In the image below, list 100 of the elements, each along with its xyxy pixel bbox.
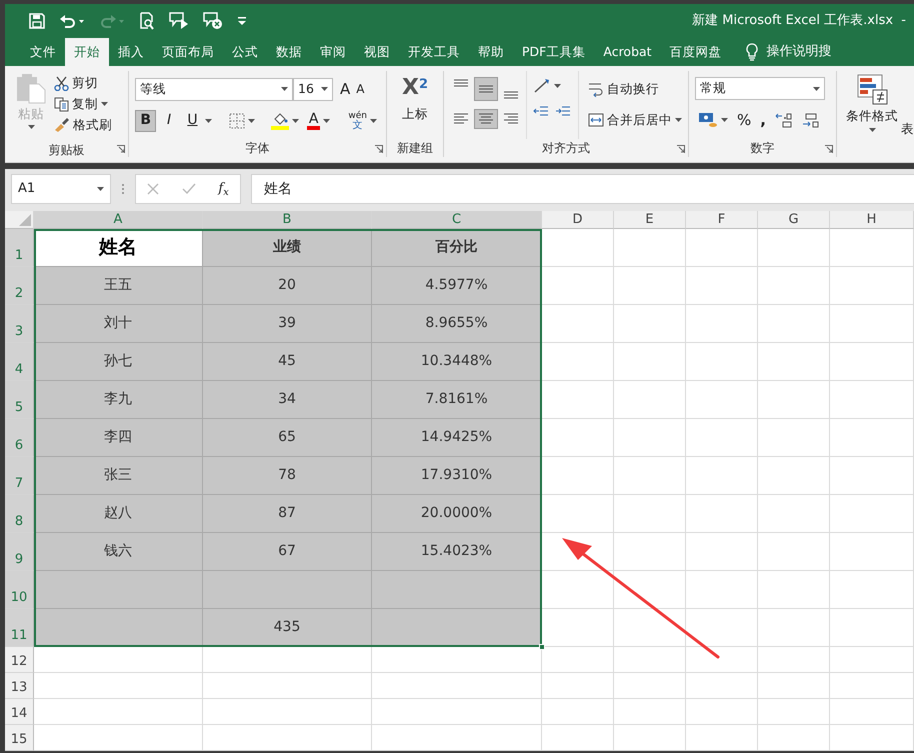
underline-button[interactable]: U (182, 110, 204, 132)
merge-center-button[interactable]: 合并后居中 (585, 110, 685, 130)
column-header[interactable]: A (34, 211, 203, 229)
row-header[interactable]: 4 (5, 343, 34, 381)
table-cell: 78 (203, 457, 372, 495)
font-color-button[interactable]: A (304, 110, 334, 130)
scissors-icon (54, 76, 69, 91)
row-header[interactable]: 10 (5, 571, 34, 609)
fill-handle[interactable] (539, 644, 545, 650)
name-box[interactable]: A1 (11, 174, 111, 204)
table-cell (542, 305, 614, 343)
ribbon-tab[interactable]: 插入 (109, 38, 153, 66)
print-preview-icon (139, 12, 155, 30)
table-cell (758, 305, 830, 343)
ribbon-tab[interactable]: PDF工具集 (513, 38, 594, 66)
row-header[interactable]: 15 (5, 725, 34, 751)
copy-button[interactable]: 复制 (51, 94, 115, 114)
ribbon-tab[interactable]: 页面布局 (153, 38, 223, 66)
percent-button[interactable]: % (734, 108, 754, 132)
table-cell (686, 229, 758, 267)
dialog-launcher-icon[interactable] (117, 145, 125, 153)
column-header[interactable]: F (686, 211, 758, 229)
column-header[interactable]: E (614, 211, 686, 229)
superscript-button[interactable]: X$^{2}$ 上标 (393, 71, 437, 139)
table-cell: 业绩 (203, 229, 372, 267)
money-icon (698, 112, 718, 128)
font-size-field[interactable]: 16 (293, 78, 333, 101)
ribbon-tab[interactable]: 开始 (65, 38, 109, 66)
formula-field[interactable]: 姓名 (251, 174, 914, 204)
font-name-field[interactable]: 等线 (135, 78, 293, 101)
lightbulb-icon (744, 43, 759, 61)
row-header[interactable]: 9 (5, 533, 34, 571)
column-header[interactable]: B (203, 211, 372, 229)
row-header[interactable]: 5 (5, 381, 34, 419)
table-cell (686, 699, 758, 725)
ribbon-tab[interactable]: Acrobat (594, 38, 661, 66)
ribbon-tab[interactable]: 百度网盘 (660, 38, 731, 66)
table-cell (542, 267, 614, 305)
shrink-font-button[interactable]: A (353, 79, 368, 100)
table-cell: 钱六 (34, 533, 203, 571)
number-format-field[interactable]: 常规 (695, 77, 825, 100)
ribbon-tab[interactable]: 数据 (267, 38, 311, 66)
more-options-icon (121, 183, 125, 195)
table-format-label[interactable]: 表 (901, 120, 914, 139)
row-header[interactable]: 3 (5, 305, 34, 343)
row-header[interactable]: 6 (5, 419, 34, 457)
row-header[interactable]: 1 (5, 229, 34, 267)
search-hint[interactable]: 操作说明搜 (766, 38, 832, 66)
insert-function-button[interactable]: f$_{x}$ (218, 179, 229, 199)
column-header[interactable]: G (758, 211, 830, 229)
format-painter-button[interactable]: 格式刷 (51, 114, 115, 136)
wrap-text-button[interactable]: 自动换行 (585, 79, 685, 100)
table-cell (758, 267, 830, 305)
ribbon-tab[interactable]: 帮助 (469, 38, 513, 66)
ribbon-tab[interactable]: 审阅 (311, 38, 355, 66)
row-header[interactable]: 13 (5, 673, 34, 699)
row-header[interactable]: 8 (5, 495, 34, 533)
ribbon-tab[interactable]: 文件 (21, 38, 65, 66)
customize-menu-icon (237, 15, 247, 27)
bold-button[interactable]: B (135, 110, 156, 132)
column-header[interactable]: D (542, 211, 614, 229)
row-header[interactable]: 11 (5, 609, 34, 647)
table-cell (614, 343, 686, 381)
active-cell[interactable]: 姓名 (34, 229, 203, 267)
dialog-launcher-icon[interactable] (677, 145, 685, 153)
column-header[interactable]: H (830, 211, 914, 229)
table-cell (758, 229, 830, 267)
ribbon-tab[interactable]: 公式 (223, 38, 267, 66)
table-cell (614, 457, 686, 495)
ribbon-tab[interactable]: 视图 (355, 38, 399, 66)
enter-check-icon[interactable] (182, 183, 196, 195)
dialog-launcher-icon[interactable] (375, 145, 383, 153)
ribbon-tab[interactable]: 开发工具 (399, 38, 469, 66)
caret-icon (370, 118, 378, 122)
cut-button[interactable]: 剪切 (51, 73, 115, 94)
table-cell: 20.0000% (372, 495, 542, 533)
table-cell (686, 571, 758, 609)
caret-icon (205, 118, 212, 122)
row-header[interactable]: 7 (5, 457, 34, 495)
window-title: 新建 Microsoft Excel 工作表.xlsx - (692, 12, 906, 30)
dialog-launcher-icon[interactable] (825, 145, 833, 153)
conditional-formatting-button[interactable]: 条件格式 (843, 72, 901, 133)
table-cell (758, 725, 830, 751)
comma-button[interactable]: , (757, 108, 769, 132)
table-cell: 87 (203, 495, 372, 533)
table-cell (614, 495, 686, 533)
row-header[interactable]: 14 (5, 699, 34, 725)
column-header[interactable]: C (372, 211, 542, 229)
table-cell: 李四 (34, 419, 203, 457)
grow-font-button[interactable]: A (337, 77, 354, 102)
row-header[interactable]: 2 (5, 267, 34, 305)
middle-align-button[interactable] (474, 77, 498, 101)
table-cell (758, 647, 830, 673)
row-header[interactable]: 12 (5, 647, 34, 673)
italic-button[interactable]: I (158, 110, 180, 132)
phonetic-guide-button[interactable]: wén 文 (345, 110, 380, 132)
decrease-decimal-icon (802, 112, 820, 128)
center-align-button[interactable] (474, 109, 498, 129)
table-cell (758, 571, 830, 609)
table-cell: 17.9310% (372, 457, 542, 495)
